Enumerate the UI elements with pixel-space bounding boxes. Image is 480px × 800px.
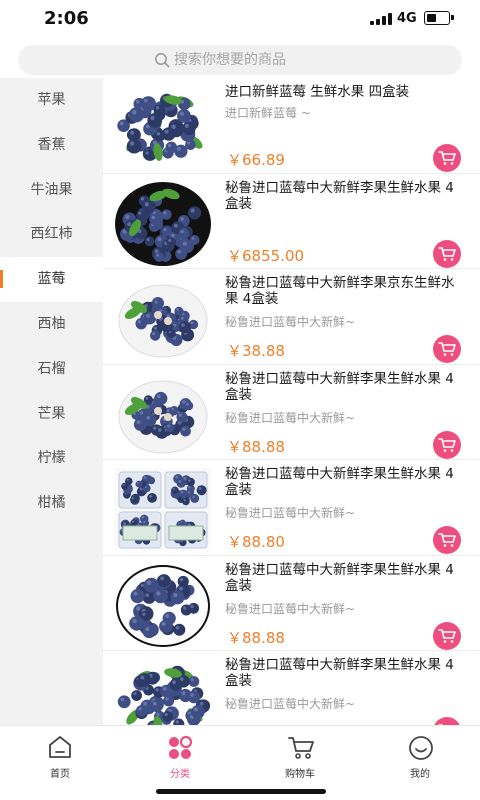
home-icon [49, 736, 71, 758]
product-image[interactable] [113, 178, 213, 266]
product-price: ￥88.80 [227, 533, 285, 551]
product-subtitle: 秘鲁进口蓝莓中大新鲜~ [225, 697, 356, 711]
tab-profile[interactable]: 我的 [360, 732, 480, 782]
category-icon [169, 735, 193, 759]
sidebar-item[interactable]: 香蕉 [0, 123, 103, 168]
search-box[interactable] [18, 45, 462, 75]
product-subtitle: 秘鲁进口蓝莓中大新鲜~ [225, 506, 356, 520]
add-to-cart-button[interactable] [433, 144, 461, 172]
product-image[interactable] [113, 560, 213, 648]
product-item[interactable]: 秘鲁进口蓝莓中大新鲜李果生鲜水果 4盒装秘鲁进口蓝莓中大新鲜~ ￥88.88 [103, 556, 480, 651]
add-to-cart-button[interactable] [433, 526, 461, 554]
sidebar-item[interactable]: 牛油果 [0, 168, 103, 213]
product-subtitle: 秘鲁进口蓝莓中大新鲜~ [225, 315, 356, 329]
product-price: ￥66.89 [227, 151, 285, 169]
product-item[interactable]: 秘鲁进口蓝莓中大新鲜李果生鲜水果 4盒装秘鲁进口蓝莓中大新鲜~￥88.88 [103, 651, 480, 725]
product-title[interactable]: 秘鲁进口蓝莓中大新鲜李果京东生鲜水果 4盒装 [225, 275, 465, 307]
product-title[interactable]: 秘鲁进口蓝莓中大新鲜李果生鲜水果 4盒装 [225, 371, 465, 403]
product-image[interactable] [113, 82, 213, 170]
product-image[interactable] [113, 655, 213, 725]
search-icon [155, 53, 170, 68]
cart-icon [438, 246, 456, 261]
product-item[interactable]: 进口新鲜蓝莓 生鲜水果 四盒装 进口新鲜蓝莓 ~ ￥66.89 [103, 78, 480, 174]
tab-home-label: 首页 [50, 769, 70, 780]
sidebar-item[interactable]: 西红柿 [0, 212, 103, 257]
product-subtitle: 秘鲁进口蓝莓中大新鲜~ [225, 410, 356, 425]
tab-home[interactable]: 首页 [0, 732, 120, 782]
product-image[interactable] [113, 369, 213, 457]
product-item[interactable]: 秘鲁进口蓝莓中大新鲜李果生鲜水果 4盒装秘鲁进口蓝莓中大新鲜~ ￥88.88 [103, 365, 480, 460]
sidebar-item[interactable]: 西柚 [0, 302, 103, 347]
tab-cart-label: 购物车 [285, 769, 315, 780]
product-item[interactable]: 秘鲁进口蓝莓中大新鲜李果京东生鲜水果 4盒装秘鲁进口蓝莓中大新鲜~ ￥38.88 [103, 269, 480, 365]
tab-category[interactable]: 分类 [120, 732, 240, 782]
product-title[interactable]: 秘鲁进口蓝莓中大新鲜李果生鲜水果 4盒装 [225, 466, 465, 498]
sidebar-item[interactable]: 芒果 [0, 392, 103, 437]
cart-icon [438, 437, 456, 452]
add-to-cart-button[interactable] [433, 335, 461, 363]
sidebar-item[interactable]: 石榴 [0, 347, 103, 392]
cart-icon [438, 342, 456, 356]
product-subtitle: 进口新鲜蓝莓 ~ [225, 106, 311, 120]
battery-icon [424, 11, 454, 25]
product-price: ￥6855.00 [227, 246, 305, 265]
cart-icon [438, 533, 456, 547]
product-list: 进口新鲜蓝莓 生鲜水果 四盒装 进口新鲜蓝莓 ~ ￥66.89 秘鲁进口蓝莓中大新鲜李… [103, 78, 480, 725]
signal-icon [370, 13, 392, 25]
status-time: 2:06 [44, 8, 89, 29]
search-input[interactable] [174, 48, 424, 72]
product-price: ￥38.88 [227, 342, 285, 360]
add-to-cart-button[interactable] [433, 239, 461, 268]
cart-icon [438, 151, 456, 165]
product-image[interactable] [113, 273, 213, 361]
product-price: ￥88.88 [227, 437, 285, 456]
status-bar: 2:06 4G [0, 0, 480, 40]
sidebar-item[interactable]: 蓝莓 [0, 257, 103, 302]
network-type: 4G [397, 11, 417, 26]
product-title[interactable]: 秘鲁进口蓝莓中大新鲜李果生鲜水果 4盒装 [225, 657, 465, 689]
cart-icon [288, 737, 314, 759]
product-item[interactable]: 秘鲁进口蓝莓中大新鲜李果生鲜水果 4盒装 ￥6855.00 [103, 174, 480, 269]
add-to-cart-button[interactable] [433, 717, 461, 725]
tab-category-label: 分类 [170, 769, 190, 780]
product-title[interactable]: 秘鲁进口蓝莓中大新鲜李果生鲜水果 4盒装 [225, 180, 465, 212]
cart-icon [438, 628, 456, 643]
profile-icon [409, 736, 433, 760]
product-title[interactable]: 秘鲁进口蓝莓中大新鲜李果生鲜水果 4盒装 [225, 562, 465, 594]
add-to-cart-button[interactable] [433, 621, 461, 650]
sidebar-item[interactable]: 柑橘 [0, 481, 103, 526]
tab-profile-label: 我的 [410, 769, 430, 780]
home-indicator [156, 789, 326, 794]
product-item[interactable]: 秘鲁进口蓝莓中大新鲜李果生鲜水果 4盒装秘鲁进口蓝莓中大新鲜~ ￥88.80 [103, 460, 480, 556]
sidebar-item[interactable]: 苹果 [0, 78, 103, 123]
sidebar-item[interactable]: 柠檬 [0, 436, 103, 481]
product-subtitle: 秘鲁进口蓝莓中大新鲜~ [225, 601, 356, 616]
product-image[interactable] [113, 464, 213, 552]
product-title[interactable]: 进口新鲜蓝莓 生鲜水果 四盒装 [225, 84, 465, 100]
tab-cart[interactable]: 购物车 [240, 732, 360, 782]
category-sidebar: 苹果 香蕉 牛油果 西红柿 蓝莓 西柚 石榴 芒果 柠檬 柑橘 [0, 78, 103, 725]
add-to-cart-button[interactable] [433, 430, 461, 459]
product-price: ￥88.88 [227, 628, 285, 647]
search-bar [0, 40, 480, 78]
